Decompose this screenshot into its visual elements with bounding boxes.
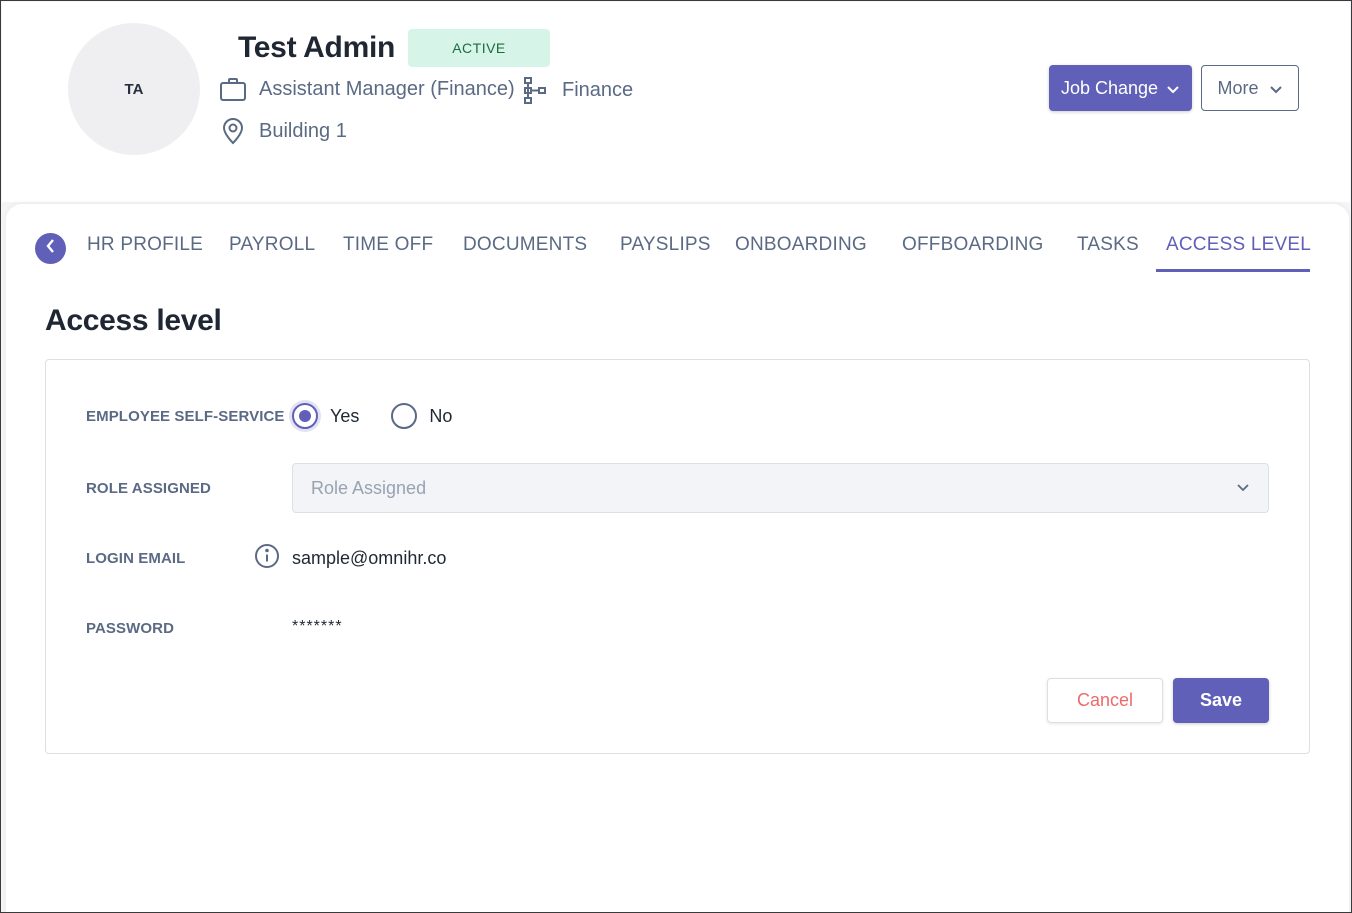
profile-header: TA Test Admin ACTIVE Assistant Manager (… [2,2,1350,202]
tab-payroll[interactable]: PAYROLL [229,234,315,256]
job-change-label: Job Change [1060,77,1159,98]
tab-offboarding[interactable]: OFFBOARDING [902,234,1044,256]
active-tab-indicator [1156,269,1310,272]
briefcase-icon [219,76,247,102]
avatar-initials: TA [124,80,144,98]
map-pin-icon [221,117,245,145]
radio-yes[interactable] [292,403,318,429]
password-value: ******* [292,618,343,635]
access-level-form: EMPLOYEE SELF-SERVICE Yes No ROLE ASSIGN… [45,359,1310,754]
tab-documents[interactable]: DOCUMENTS [463,234,587,256]
department: Finance [562,78,634,101]
tab-hr-profile[interactable]: HR PROFILE [87,234,203,256]
department-row: Finance [522,76,633,104]
org-chart-icon [522,76,548,104]
employee-self-service-radio-group: Yes No [292,403,452,429]
radio-no[interactable] [391,403,418,429]
cancel-button[interactable]: Cancel [1047,678,1163,723]
login-email-value: sample@omnihr.co [292,548,447,568]
job-change-button[interactable]: Job Change [1049,65,1192,111]
job-title: Assistant Manager (Finance) [259,77,515,100]
chevron-left-icon [45,238,57,259]
tab-onboarding[interactable]: ONBOARDING [735,234,867,256]
back-button[interactable] [35,233,66,264]
tab-time-off[interactable]: TIME OFF [343,234,433,256]
chevron-down-icon [1236,479,1250,497]
employee-self-service-label: EMPLOYEE SELF-SERVICE [86,408,285,425]
chevron-down-icon [1166,78,1180,99]
main-panel: HR PROFILE PAYROLL TIME OFF DOCUMENTS PA… [6,204,1349,912]
avatar: TA [68,23,200,155]
more-button[interactable]: More [1201,65,1299,111]
login-email-label: LOGIN EMAIL [86,550,186,567]
radio-no-label[interactable]: No [429,406,452,427]
more-label: More [1217,77,1259,98]
role-assigned-placeholder: Role Assigned [311,477,427,498]
role-assigned-select[interactable]: Role Assigned [292,463,1269,513]
location: Building 1 [259,119,347,142]
page-title: Access level [45,304,222,337]
save-button[interactable]: Save [1173,678,1269,723]
status-badge: ACTIVE [408,29,550,67]
app-window: TA Test Admin ACTIVE Assistant Manager (… [0,0,1352,913]
chevron-down-icon [1269,78,1283,99]
info-icon[interactable] [254,543,280,574]
employee-name: Test Admin [238,31,396,64]
password-label: PASSWORD [86,620,175,637]
role-assigned-label: ROLE ASSIGNED [86,480,211,497]
job-title-row: Assistant Manager (Finance) [219,76,515,102]
tab-tasks[interactable]: TASKS [1077,234,1139,256]
tab-access-level[interactable]: ACCESS LEVEL [1166,234,1311,256]
tab-payslips[interactable]: PAYSLIPS [620,234,711,256]
radio-yes-label[interactable]: Yes [330,406,359,427]
location-row: Building 1 [221,117,347,145]
